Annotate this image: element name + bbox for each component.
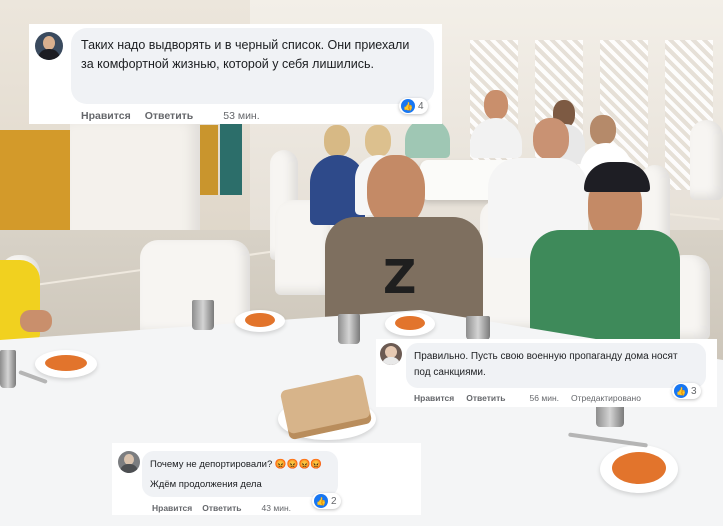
like-button[interactable]: Нравится bbox=[81, 110, 131, 122]
comment-card-3: Почему не депортировали? 😡😡😡😡 Ждём продо… bbox=[112, 443, 421, 515]
avatar[interactable] bbox=[380, 343, 402, 365]
carrot-salad bbox=[45, 355, 87, 371]
comment-actions: Нравится Ответить 56 мин. Отредактирован… bbox=[414, 393, 641, 403]
comment-card-1: Таких надо выдворять и в черный список. … bbox=[29, 24, 442, 124]
metal-cup bbox=[596, 405, 624, 427]
like-button[interactable]: Нравится bbox=[414, 393, 454, 403]
timestamp[interactable]: 53 мин. bbox=[223, 110, 259, 122]
metal-cup bbox=[192, 300, 214, 330]
comment-text: Правильно. Пусть свою военную пропаганду… bbox=[414, 351, 678, 378]
comment-bubble: Таких надо выдворять и в черный список. … bbox=[71, 28, 434, 104]
comment-actions: Нравится Ответить 43 мин. bbox=[152, 503, 291, 513]
comment-text-line-1: Почему не депортировали? 😡😡😡😡 bbox=[150, 459, 323, 470]
carrot-salad bbox=[245, 313, 275, 327]
avatar[interactable] bbox=[35, 32, 63, 60]
like-button[interactable]: Нравится bbox=[152, 503, 192, 513]
reply-button[interactable]: Ответить bbox=[145, 110, 194, 122]
reaction-count: 4 bbox=[418, 100, 424, 112]
comment-text: Таких надо выдворять и в черный список. … bbox=[81, 38, 410, 71]
reply-button[interactable]: Ответить bbox=[466, 393, 505, 403]
reaction-count: 2 bbox=[331, 495, 337, 507]
comment-card-2: Правильно. Пусть свою военную пропаганду… bbox=[376, 339, 717, 407]
reply-button[interactable]: Ответить bbox=[202, 503, 241, 513]
reaction-count: 3 bbox=[691, 385, 697, 397]
like-icon: 👍 bbox=[674, 384, 688, 398]
metal-cup bbox=[338, 314, 360, 344]
reaction-badge[interactable]: 👍 2 bbox=[312, 493, 341, 509]
comment-bubble: Почему не депортировали? 😡😡😡😡 Ждём продо… bbox=[142, 451, 338, 497]
timestamp[interactable]: 56 мин. bbox=[530, 393, 559, 403]
shirt-z-mark: Z bbox=[383, 250, 417, 304]
like-icon: 👍 bbox=[314, 494, 328, 508]
like-icon: 👍 bbox=[401, 99, 415, 113]
carrot-salad bbox=[612, 452, 666, 484]
comment-text-line-2: Ждём продолжения дела bbox=[150, 479, 262, 490]
avatar[interactable] bbox=[118, 451, 140, 473]
carrot-salad bbox=[395, 316, 425, 330]
timestamp[interactable]: 43 мин. bbox=[262, 503, 291, 513]
comment-bubble: Правильно. Пусть свою военную пропаганду… bbox=[406, 343, 706, 388]
chair bbox=[690, 120, 723, 200]
comment-actions: Нравится Ответить 53 мин. bbox=[81, 110, 260, 122]
reaction-badge[interactable]: 👍 3 bbox=[672, 383, 701, 399]
reaction-badge[interactable]: 👍 4 bbox=[399, 98, 428, 114]
edited-label: Отредактировано bbox=[571, 393, 641, 403]
metal-cup bbox=[0, 350, 16, 388]
metal-cup bbox=[466, 316, 490, 340]
curtain bbox=[220, 120, 242, 195]
